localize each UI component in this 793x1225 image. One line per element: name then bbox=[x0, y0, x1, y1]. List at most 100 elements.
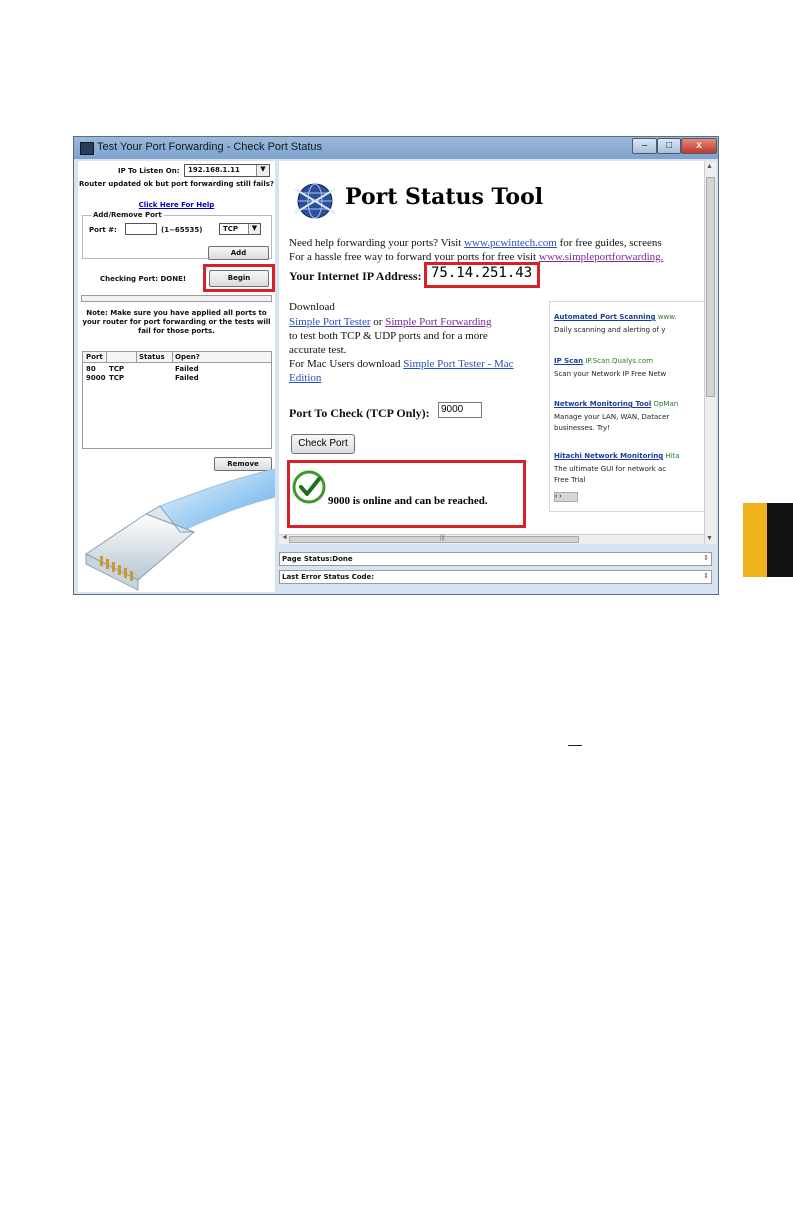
port-list-header: Port Status Open? bbox=[83, 352, 271, 363]
horizontal-scroll-thumb[interactable]: ||| bbox=[289, 535, 579, 543]
help-line-1-text: Need help forwarding your ports? Visit bbox=[289, 237, 465, 249]
page-status-field: Page Status:Done ⇕ bbox=[279, 552, 712, 566]
last-error-text: Last Error Status Code: bbox=[282, 573, 375, 581]
globe-icon bbox=[294, 183, 336, 219]
app-window: Test Your Port Forwarding - Check Port S… bbox=[73, 136, 719, 595]
port-number-input[interactable] bbox=[125, 223, 157, 235]
minimize-button[interactable]: – bbox=[632, 138, 657, 154]
protocol-select[interactable]: TCP ▼ bbox=[219, 223, 261, 235]
checkmark-icon bbox=[292, 470, 326, 504]
pcwintech-link[interactable]: www.pcwintech.com bbox=[464, 237, 557, 249]
mac-prefix: For Mac Users download bbox=[289, 358, 404, 370]
port-check-label: Port To Check (TCP Only): bbox=[289, 406, 430, 420]
ad-item[interactable]: Network Monitoring Tool OpMan bbox=[554, 400, 678, 408]
ad-title[interactable]: Network Monitoring Tool bbox=[554, 400, 651, 408]
download-line-4: accurate test. bbox=[289, 344, 347, 356]
help-line-1: Need help forwarding your ports? Visit w… bbox=[289, 237, 662, 249]
table-row[interactable]: 9000 TCP Failed bbox=[83, 374, 271, 383]
ad-item[interactable]: Hitachi Network Monitoring Hita bbox=[554, 452, 680, 460]
ad-desc: The ultimate GUI for network ac bbox=[554, 465, 667, 473]
scroll-arrow-icon[interactable]: ⇕ bbox=[703, 554, 709, 562]
scroll-arrow-icon[interactable]: ▼ bbox=[706, 535, 713, 542]
ad-url: Hita bbox=[665, 452, 680, 460]
ad-desc: Free Trial bbox=[554, 476, 586, 484]
page-status-text: Page Status:Done bbox=[282, 555, 353, 563]
row-port: 80 bbox=[86, 365, 96, 373]
col-open: Open? bbox=[175, 353, 200, 361]
ad-desc: businesses. Try! bbox=[554, 424, 610, 432]
close-button[interactable]: x bbox=[681, 138, 717, 154]
checking-status: Checking Port: DONE! bbox=[100, 275, 187, 283]
port-check-input[interactable]: 9000 bbox=[438, 402, 482, 418]
row-proto: TCP bbox=[109, 365, 125, 373]
ethernet-cable-icon bbox=[85, 468, 275, 591]
maximize-button[interactable]: □ bbox=[657, 138, 681, 154]
ad-item[interactable]: IP Scan IP.Scan.Qualys.com bbox=[554, 357, 653, 365]
page-title: Port Status Tool bbox=[345, 184, 544, 210]
download-label: Download bbox=[289, 301, 335, 313]
col-status: Status bbox=[139, 353, 165, 361]
simple-port-forwarding-link[interactable]: Simple Port Forwarding bbox=[385, 316, 491, 328]
add-port-button[interactable]: Add bbox=[208, 246, 269, 260]
page-edge-tab bbox=[743, 503, 793, 577]
simpleportforwarding-link[interactable]: www.simpleportforwarding. bbox=[539, 251, 664, 263]
horizontal-scrollbar[interactable]: ◄ ||| bbox=[279, 534, 704, 544]
browser-pane: Port Status Tool Need help forwarding yo… bbox=[279, 161, 704, 544]
check-port-button[interactable]: Check Port bbox=[291, 434, 355, 454]
protocol-value: TCP bbox=[223, 225, 239, 233]
col-port: Port bbox=[86, 353, 103, 361]
scroll-arrow-icon[interactable]: ⇕ bbox=[703, 572, 709, 580]
col-divider bbox=[172, 352, 173, 362]
page-edge-tab-dark bbox=[767, 503, 793, 577]
dropdown-arrow-icon: ▼ bbox=[248, 224, 260, 234]
ad-title[interactable]: IP Scan bbox=[554, 357, 583, 365]
ad-nav-arrows[interactable]: ‹ › bbox=[554, 492, 578, 502]
mac-tester-link-edition[interactable]: Edition bbox=[289, 372, 321, 384]
download-links: Simple Port Tester or Simple Port Forwar… bbox=[289, 316, 492, 328]
table-row[interactable]: 80 TCP Failed bbox=[83, 365, 271, 374]
row-proto: TCP bbox=[109, 374, 125, 382]
ad-item[interactable]: Automated Port Scanning www. bbox=[554, 313, 677, 321]
ad-url: www. bbox=[657, 313, 677, 321]
col-divider bbox=[106, 352, 107, 362]
port-list[interactable]: Port Status Open? 80 TCP Failed 9000 TCP… bbox=[82, 351, 272, 449]
mac-download-line: For Mac Users download Simple Port Teste… bbox=[289, 358, 514, 370]
mac-tester-link[interactable]: Simple Port Tester - Mac bbox=[403, 358, 513, 370]
port-number-label: Port #: bbox=[89, 226, 117, 234]
ad-panel: Automated Port Scanning www. Daily scann… bbox=[549, 301, 704, 512]
scroll-arrow-icon[interactable]: ▲ bbox=[706, 163, 713, 170]
help-line-1-suffix: for free guides, screens bbox=[556, 237, 662, 249]
left-panel: IP To Listen On: 192.168.1.11 ▼ Router u… bbox=[78, 161, 275, 592]
ad-url: IP.Scan.Qualys.com bbox=[585, 357, 654, 365]
help-link[interactable]: Click Here For Help bbox=[78, 201, 275, 209]
download-line-3: to test both TCP & UDP ports and for a m… bbox=[289, 330, 488, 342]
ad-desc: Manage your LAN, WAN, Datacer bbox=[554, 413, 670, 421]
row-open: Failed bbox=[175, 374, 199, 382]
vertical-scroll-thumb[interactable] bbox=[706, 177, 715, 397]
last-error-field: Last Error Status Code: ⇕ bbox=[279, 570, 712, 584]
ad-title[interactable]: Hitachi Network Monitoring bbox=[554, 452, 663, 460]
port-range-hint: (1~65535) bbox=[161, 226, 203, 234]
ad-url: OpMan bbox=[653, 400, 679, 408]
ip-listen-label: IP To Listen On: bbox=[118, 167, 180, 175]
router-message: Router updated ok but port forwarding st… bbox=[79, 180, 274, 188]
col-divider bbox=[136, 352, 137, 362]
port-result-text: 9000 is online and can be reached. bbox=[328, 495, 488, 507]
mac-download-line-2: Edition bbox=[289, 372, 321, 384]
app-icon bbox=[80, 142, 94, 155]
title-bar[interactable]: Test Your Port Forwarding - Check Port S… bbox=[74, 137, 718, 159]
ip-listen-select[interactable]: 192.168.1.11 ▼ bbox=[184, 164, 270, 177]
ip-listen-value: 192.168.1.11 bbox=[188, 166, 240, 174]
internet-ip-label: Your Internet IP Address: bbox=[289, 269, 422, 283]
row-port: 9000 bbox=[86, 374, 106, 382]
grip-icon: ||| bbox=[440, 535, 445, 541]
scroll-arrow-icon[interactable]: ◄ bbox=[281, 534, 288, 541]
simple-port-tester-link[interactable]: Simple Port Tester bbox=[289, 316, 371, 328]
ad-title[interactable]: Automated Port Scanning bbox=[554, 313, 656, 321]
begin-highlight-box bbox=[203, 264, 275, 292]
ad-desc: Daily scanning and alerting of y bbox=[554, 326, 666, 334]
progress-bar bbox=[81, 295, 272, 302]
group-title: Add/Remove Port bbox=[91, 211, 164, 219]
vertical-scrollbar[interactable]: ▲ ▼ bbox=[704, 161, 716, 544]
row-open: Failed bbox=[175, 365, 199, 373]
